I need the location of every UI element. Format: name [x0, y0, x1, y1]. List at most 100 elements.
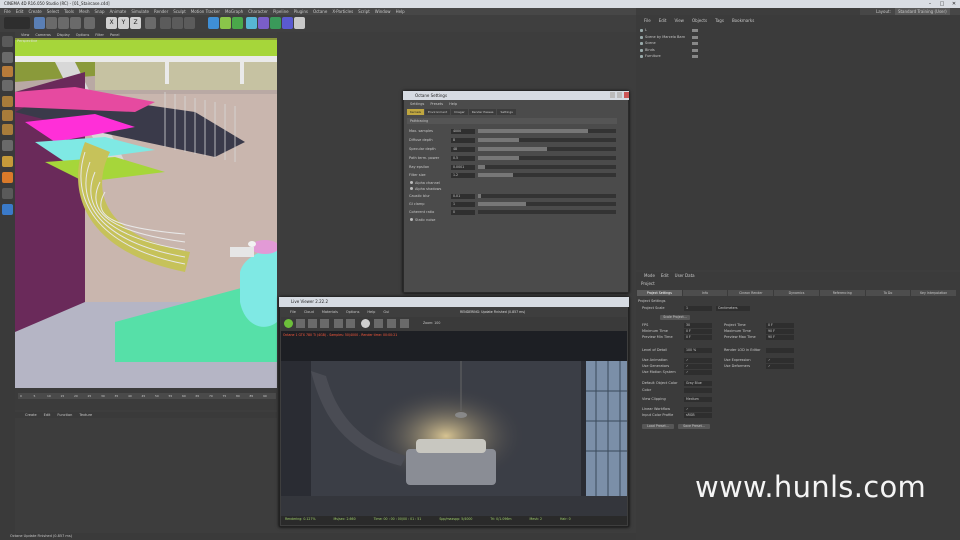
octane-param-slider[interactable]: [478, 147, 616, 151]
viewport-menu-display[interactable]: Display: [57, 32, 70, 38]
undo-redo-icon[interactable]: [4, 17, 30, 29]
viewport-menu-view[interactable]: View: [21, 32, 29, 38]
viewport-menu-filter[interactable]: Filter: [95, 32, 104, 38]
minimize-button[interactable]: –: [924, 0, 936, 8]
live-selection-icon[interactable]: [34, 17, 45, 29]
attr-menu-mode[interactable]: Mode: [644, 272, 655, 279]
solo-icon[interactable]: [2, 188, 13, 199]
model-mode-icon[interactable]: [2, 52, 13, 63]
octane-param-value[interactable]: 0.0001: [451, 164, 475, 170]
visibility-dots-icon[interactable]: [692, 29, 698, 32]
attr-value-field[interactable]: [766, 348, 794, 353]
attr-tab[interactable]: Referencing: [819, 290, 865, 296]
octane-tab[interactable]: Environment: [425, 109, 451, 115]
octane-kernel-mode[interactable]: Pathtracing: [407, 118, 617, 124]
attr-value-field[interactable]: ✓: [684, 407, 712, 412]
attr-value-field[interactable]: ✓: [684, 358, 712, 363]
floor-icon[interactable]: [270, 17, 281, 29]
octane-param-slider[interactable]: [478, 165, 616, 169]
attr-tab[interactable]: Key Interpolation: [911, 290, 957, 296]
menu-window[interactable]: Window: [375, 8, 391, 15]
object-row[interactable]: L: [640, 28, 698, 33]
menu-octane[interactable]: Octane: [313, 8, 327, 15]
menu-select[interactable]: Select: [47, 8, 59, 15]
octane-param-slider[interactable]: [478, 129, 616, 133]
menu-simulate[interactable]: Simulate: [131, 8, 149, 15]
subdivision-icon[interactable]: [232, 17, 243, 29]
render-view-icon[interactable]: [160, 17, 171, 29]
attr-tab[interactable]: Cineon Render: [728, 290, 774, 296]
pick-focus-icon[interactable]: [374, 319, 383, 328]
octane-menu-presets[interactable]: Presets: [430, 101, 443, 107]
attr-value-field[interactable]: ✓: [684, 364, 712, 369]
restart-render-icon[interactable]: [296, 319, 305, 328]
attr-menu-user-data[interactable]: User Data: [675, 272, 695, 279]
octane-param-value[interactable]: 48: [451, 146, 475, 152]
attr-value-field[interactable]: 90 F: [766, 329, 794, 334]
spline-pen-icon[interactable]: [220, 17, 231, 29]
array-icon[interactable]: [246, 17, 257, 29]
z-axis-icon[interactable]: Z: [130, 17, 141, 29]
attr-value-field[interactable]: Gray Blue: [684, 381, 712, 386]
octane-tab[interactable]: Kernels: [407, 109, 424, 115]
menu-motion-tracker[interactable]: Motion Tracker: [191, 8, 220, 15]
save-preset-button[interactable]: Save Preset...: [678, 424, 710, 429]
octane-param-slider[interactable]: [478, 210, 616, 214]
polygons-mode-icon[interactable]: [2, 124, 13, 135]
menu-render[interactable]: Render: [154, 8, 168, 15]
cube-icon[interactable]: [208, 17, 219, 29]
points-mode-icon[interactable]: [2, 96, 13, 107]
maximize-button[interactable]: □: [936, 0, 948, 8]
object-row[interactable]: Scene by Marcelo Barn: [640, 35, 698, 40]
x-axis-icon[interactable]: X: [106, 17, 117, 29]
attr-value-field[interactable]: ✓: [766, 358, 794, 363]
octane-tab[interactable]: Render Passes: [468, 109, 497, 115]
menu-x-particles[interactable]: X-Particles: [332, 8, 353, 15]
snap-icon[interactable]: [2, 156, 13, 167]
live-menu-materials[interactable]: Materials: [322, 309, 338, 315]
live-menu-file[interactable]: File: [290, 309, 296, 315]
object-menu-edit[interactable]: Edit: [659, 17, 667, 24]
region-render-icon[interactable]: [346, 319, 355, 328]
pause-render-icon[interactable]: [308, 319, 317, 328]
attr-tab[interactable]: Project Settings: [637, 290, 682, 296]
attr-value-field[interactable]: 0 F: [684, 329, 712, 334]
pick-material-icon[interactable]: [387, 319, 396, 328]
menu-script[interactable]: Script: [358, 8, 370, 15]
object-menu-bookmarks[interactable]: Bookmarks: [732, 17, 754, 24]
scale-icon[interactable]: [58, 17, 69, 29]
octane-param-slider[interactable]: [478, 138, 616, 142]
octane-param-value[interactable]: 1: [451, 201, 475, 207]
octane-param-slider[interactable]: [478, 156, 616, 160]
menu-animate[interactable]: Animate: [110, 8, 127, 15]
recent-tools-icon[interactable]: [84, 17, 95, 29]
close-button[interactable]: ✕: [948, 0, 960, 8]
render-picture-viewer-icon[interactable]: [172, 17, 183, 29]
render-settings-icon[interactable]: [184, 17, 195, 29]
lock-resolution-icon[interactable]: [361, 319, 370, 328]
live-menu-gui[interactable]: Gui: [383, 309, 389, 315]
attr-value-field[interactable]: 0 F: [684, 335, 712, 340]
zoom-label[interactable]: Zoom: 100: [423, 321, 440, 325]
menu-pipeline[interactable]: Pipeline: [273, 8, 289, 15]
attr-unit-dropdown[interactable]: Centimeters: [716, 306, 750, 311]
attr-value-field[interactable]: 0 F: [766, 323, 794, 328]
viewport-menu-panel[interactable]: Panel: [110, 32, 119, 38]
menu-snap[interactable]: Snap: [94, 8, 104, 15]
live-viewer-title[interactable]: Live Viewer 2.22.2: [279, 297, 629, 307]
attr-tab[interactable]: Dynamics: [774, 290, 819, 296]
timeline-ruler[interactable]: 0 5 10 15 20 25 30 35 40 45 50 55 60 65 70 75 80 85 90: [18, 393, 276, 399]
object-menu-tags[interactable]: Tags: [715, 17, 724, 24]
menu-mograph[interactable]: MoGraph: [225, 8, 243, 15]
menu-character[interactable]: Character: [248, 8, 268, 15]
octane-param-value[interactable]: 4000: [451, 128, 475, 134]
attr-menu-edit[interactable]: Edit: [661, 272, 669, 279]
octane-param-value[interactable]: 0.01: [451, 193, 475, 199]
stop-render-icon[interactable]: [320, 319, 329, 328]
octane-checkbox[interactable]: [410, 187, 413, 190]
rotate-icon[interactable]: [70, 17, 81, 29]
object-row[interactable]: Furniture: [640, 54, 698, 59]
menu-sculpt[interactable]: Sculpt: [173, 8, 186, 15]
start-render-icon[interactable]: [284, 319, 293, 328]
attr-value-field[interactable]: ✓: [766, 364, 794, 369]
